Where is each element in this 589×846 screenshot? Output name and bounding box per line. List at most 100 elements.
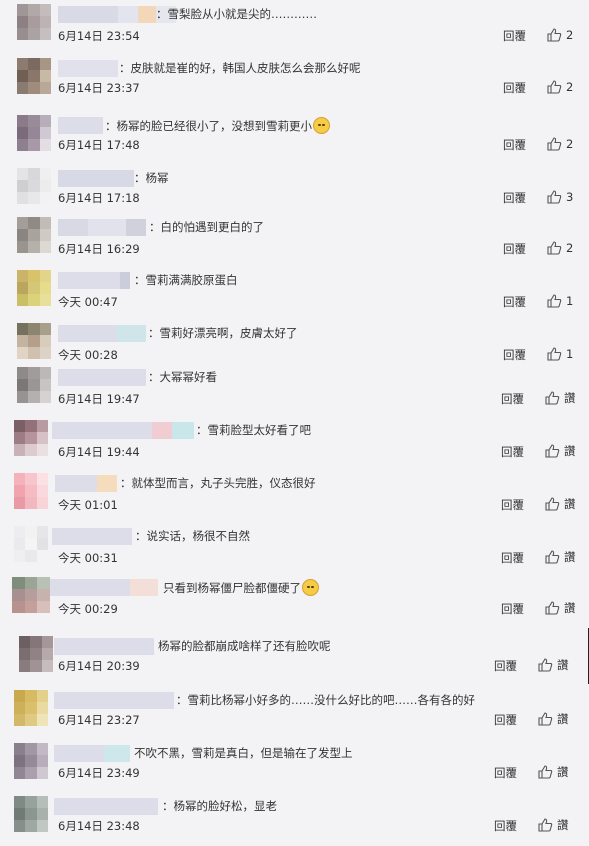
like-button[interactable]: 讚 bbox=[545, 600, 576, 616]
username-blurred[interactable] bbox=[58, 325, 146, 342]
avatar[interactable] bbox=[14, 796, 48, 832]
like-count: 讚 bbox=[564, 497, 576, 511]
reply-button[interactable]: 回覆 bbox=[501, 497, 524, 513]
avatar[interactable] bbox=[17, 323, 51, 359]
avatar[interactable] bbox=[14, 743, 48, 779]
like-button[interactable]: 1 bbox=[547, 346, 573, 362]
reply-button[interactable]: 回覆 bbox=[503, 190, 526, 206]
like-count: 1 bbox=[566, 294, 574, 308]
like-button[interactable]: 讚 bbox=[545, 443, 576, 459]
reply-button[interactable]: 回覆 bbox=[494, 712, 517, 728]
comment-item: ：雪莉比杨幂小好多的……没什么好比的吧……各有各的好 6月14日 23:27 回… bbox=[0, 690, 589, 740]
username-blurred[interactable] bbox=[58, 170, 134, 187]
comment-item: ：杨幂的脸已经很小了，没想到雪莉更小 6月14日 17:48 回覆 2 bbox=[0, 115, 589, 165]
thumbs-up-icon bbox=[545, 601, 560, 615]
avatar[interactable] bbox=[12, 577, 50, 613]
comment-time: 6月14日 20:39 bbox=[58, 659, 140, 673]
comment-time: 今天 00:29 bbox=[58, 602, 118, 616]
reply-button[interactable]: 回覆 bbox=[503, 28, 526, 44]
avatar[interactable] bbox=[14, 690, 48, 726]
reply-button[interactable]: 回覆 bbox=[503, 241, 526, 257]
comment-item: ：雪莉脸型太好看了吧 6月14日 19:44 回覆 讚 bbox=[0, 420, 589, 470]
reply-button[interactable]: 回覆 bbox=[501, 601, 524, 617]
username-blurred[interactable] bbox=[54, 638, 154, 655]
username-blurred[interactable] bbox=[52, 528, 132, 545]
avatar[interactable] bbox=[17, 168, 51, 204]
reply-button[interactable]: 回覆 bbox=[494, 818, 517, 834]
avatar[interactable] bbox=[14, 420, 48, 456]
comment-time: 今天 00:31 bbox=[58, 551, 118, 565]
username-blurred[interactable] bbox=[58, 117, 103, 134]
username-blurred[interactable] bbox=[55, 475, 117, 492]
comment-item: ：杨幂 6月14日 17:18 回覆 3 bbox=[0, 168, 589, 218]
like-button[interactable]: 讚 bbox=[538, 711, 569, 727]
reply-button[interactable]: 回覆 bbox=[503, 294, 526, 310]
comment-time: 今天 00:28 bbox=[58, 348, 118, 362]
avatar[interactable] bbox=[19, 636, 53, 672]
like-count: 讚 bbox=[564, 601, 576, 615]
like-button[interactable]: 3 bbox=[547, 189, 573, 205]
comment-time: 6月14日 17:48 bbox=[58, 138, 140, 152]
thumbs-up-icon bbox=[547, 137, 562, 151]
comment-time: 6月14日 23:49 bbox=[58, 766, 140, 780]
username-blurred[interactable] bbox=[54, 798, 158, 815]
avatar[interactable] bbox=[17, 270, 51, 306]
like-button[interactable]: 2 bbox=[547, 136, 573, 152]
username-blurred[interactable] bbox=[58, 369, 146, 386]
like-button[interactable]: 讚 bbox=[545, 549, 576, 565]
reply-button[interactable]: 回覆 bbox=[501, 391, 524, 407]
comment-text: 不吹不黑，雪莉是真白，但是输在了发型上 bbox=[134, 746, 353, 760]
avatar[interactable] bbox=[17, 115, 51, 151]
username-blurred[interactable] bbox=[58, 219, 146, 236]
like-count: 讚 bbox=[564, 444, 576, 458]
comment-time: 6月14日 23:37 bbox=[58, 81, 140, 95]
reply-button[interactable]: 回覆 bbox=[494, 658, 517, 674]
comment-text: ：雪莉好漂亮啊，皮膚太好了 bbox=[148, 326, 298, 340]
reply-button[interactable]: 回覆 bbox=[503, 347, 526, 363]
username-blurred[interactable] bbox=[54, 745, 130, 762]
avatar[interactable] bbox=[17, 217, 51, 253]
avatar[interactable] bbox=[14, 526, 48, 562]
avatar[interactable] bbox=[17, 58, 51, 94]
comment-text: ：白的怕遇到更白的了 bbox=[149, 220, 264, 234]
like-button[interactable]: 讚 bbox=[538, 817, 569, 833]
reply-button[interactable]: 回覆 bbox=[501, 550, 524, 566]
like-button[interactable]: 2 bbox=[547, 240, 573, 256]
username-blurred[interactable] bbox=[54, 692, 174, 709]
reply-button[interactable]: 回覆 bbox=[503, 137, 526, 153]
reply-button[interactable]: 回覆 bbox=[501, 444, 524, 460]
thumbs-up-icon bbox=[547, 80, 562, 94]
reply-button[interactable]: 回覆 bbox=[494, 765, 517, 781]
avatar[interactable] bbox=[17, 367, 51, 403]
comment-time: 6月14日 19:44 bbox=[58, 445, 140, 459]
like-button[interactable]: 2 bbox=[547, 79, 573, 95]
comment-text: ：大幂幂好看 bbox=[148, 370, 217, 384]
like-button[interactable]: 讚 bbox=[545, 496, 576, 512]
comment-item: ：雪莉好漂亮啊，皮膚太好了 今天 00:28 回覆 1 bbox=[0, 323, 589, 373]
thumbs-up-icon bbox=[538, 765, 553, 779]
like-button[interactable]: 2 bbox=[547, 27, 573, 43]
like-count: 讚 bbox=[557, 712, 569, 726]
comment-text: ：杨幂的脸已经很小了，没想到雪莉更小 bbox=[105, 117, 330, 134]
like-button[interactable]: 讚 bbox=[538, 764, 569, 780]
thumbs-up-icon bbox=[538, 818, 553, 832]
like-button[interactable]: 1 bbox=[547, 293, 573, 309]
like-button[interactable]: 讚 bbox=[545, 390, 576, 406]
username-blurred[interactable] bbox=[58, 272, 130, 289]
like-button[interactable]: 讚 bbox=[538, 657, 569, 673]
username-blurred[interactable] bbox=[50, 579, 158, 596]
thumbs-up-icon bbox=[547, 241, 562, 255]
username-blurred[interactable] bbox=[58, 60, 118, 77]
comment-time: 6月14日 17:18 bbox=[58, 191, 140, 205]
thumbs-up-icon bbox=[545, 550, 560, 564]
comment-item: ：大幂幂好看 6月14日 19:47 回覆 讚 bbox=[0, 367, 589, 417]
comment-item: ：雪莉满满胶原蛋白 今天 00:47 回覆 1 bbox=[0, 270, 589, 320]
reply-button[interactable]: 回覆 bbox=[503, 80, 526, 96]
comment-time: 今天 01:01 bbox=[58, 498, 118, 512]
avatar[interactable] bbox=[14, 473, 48, 509]
avatar[interactable] bbox=[17, 4, 51, 40]
like-count: 2 bbox=[566, 137, 574, 151]
username-blurred[interactable] bbox=[52, 422, 194, 439]
comment-item: ：说实话，杨很不自然 今天 00:31 回覆 讚 bbox=[0, 526, 589, 576]
like-count: 2 bbox=[566, 80, 574, 94]
